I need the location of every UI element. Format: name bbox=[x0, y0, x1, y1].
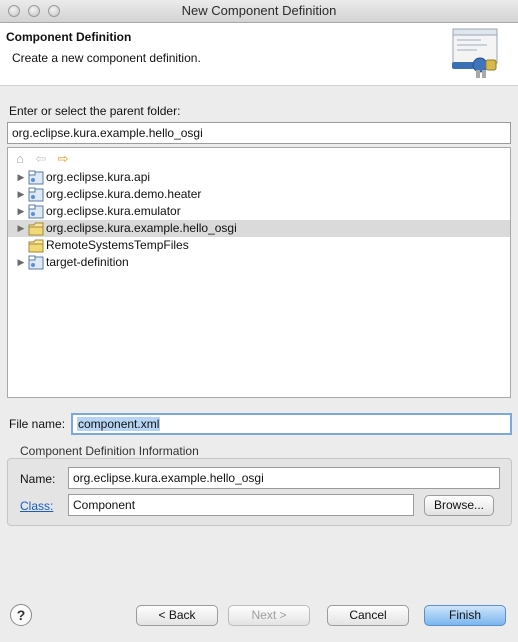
tree-item-label: org.eclipse.kura.emulator bbox=[46, 204, 181, 218]
name-label: Name: bbox=[20, 472, 56, 486]
expand-arrow-icon[interactable]: ▶ bbox=[16, 186, 26, 203]
expand-arrow-icon[interactable]: ▶ bbox=[16, 254, 26, 271]
class-input[interactable]: Component bbox=[68, 494, 414, 516]
class-link[interactable]: Class: bbox=[20, 499, 53, 513]
tree-item[interactable]: ▶ org.eclipse.kura.emulator bbox=[8, 203, 510, 220]
project-tree[interactable]: ⌂ ⇦ ⇨ ▶ org.eclipse.kura.api ▶ org.eclip… bbox=[7, 147, 511, 398]
next-button[interactable]: Next > bbox=[228, 605, 310, 626]
file-name-input[interactable]: component.xml bbox=[71, 413, 512, 435]
home-icon[interactable]: ⌂ bbox=[13, 152, 27, 166]
plugin-folder-icon bbox=[28, 204, 44, 219]
wizard-description: Create a new component definition. bbox=[12, 51, 201, 65]
expand-arrow-icon[interactable]: ▶ bbox=[16, 203, 26, 220]
project-folder-icon bbox=[28, 222, 44, 236]
wizard-title: Component Definition bbox=[6, 30, 132, 44]
tree-item-label: org.eclipse.kura.demo.heater bbox=[46, 187, 202, 201]
tree-item-label: target-definition bbox=[46, 255, 129, 269]
plugin-folder-icon bbox=[28, 255, 44, 270]
cancel-button[interactable]: Cancel bbox=[327, 605, 409, 626]
tree-item-label: RemoteSystemsTempFiles bbox=[46, 238, 189, 252]
window-title: New Component Definition bbox=[181, 3, 337, 18]
name-input[interactable]: org.eclipse.kura.example.hello_osgi bbox=[68, 467, 500, 489]
file-name-selected-text: component.xml bbox=[77, 417, 161, 431]
wizard-header: Component Definition Create a new compon… bbox=[0, 23, 518, 86]
component-info-group-title: Component Definition Information bbox=[20, 444, 199, 458]
back-button[interactable]: < Back bbox=[136, 605, 218, 626]
tree-item-label: org.eclipse.kura.api bbox=[46, 170, 151, 184]
help-icon[interactable]: ? bbox=[10, 604, 32, 626]
tree-item[interactable]: RemoteSystemsTempFiles bbox=[8, 237, 510, 254]
tree-item-selected[interactable]: ▶ org.eclipse.kura.example.hello_osgi bbox=[8, 220, 510, 237]
parent-folder-label: Enter or select the parent folder: bbox=[9, 104, 181, 118]
tree-item[interactable]: ▶ org.eclipse.kura.api bbox=[8, 169, 510, 186]
expand-arrow-icon[interactable]: ▶ bbox=[16, 169, 26, 186]
tree-item-label: org.eclipse.kura.example.hello_osgi bbox=[46, 221, 237, 235]
back-arrow-icon[interactable]: ⇦ bbox=[34, 152, 48, 166]
tree-item[interactable]: ▶ org.eclipse.kura.demo.heater bbox=[8, 186, 510, 203]
browse-button[interactable]: Browse... bbox=[424, 495, 494, 516]
finish-button[interactable]: Finish bbox=[424, 605, 506, 626]
parent-folder-input[interactable]: org.eclipse.kura.example.hello_osgi bbox=[7, 122, 511, 144]
wizard-banner-icon bbox=[452, 28, 498, 78]
forward-arrow-icon[interactable]: ⇨ bbox=[56, 152, 70, 166]
expand-arrow-icon[interactable]: ▶ bbox=[16, 220, 26, 237]
file-name-label: File name: bbox=[9, 417, 66, 431]
folder-icon bbox=[28, 239, 44, 253]
plugin-folder-icon bbox=[28, 170, 44, 185]
plugin-folder-icon bbox=[28, 187, 44, 202]
tree-item[interactable]: ▶ target-definition bbox=[8, 254, 510, 271]
title-bar: New Component Definition bbox=[0, 0, 518, 23]
